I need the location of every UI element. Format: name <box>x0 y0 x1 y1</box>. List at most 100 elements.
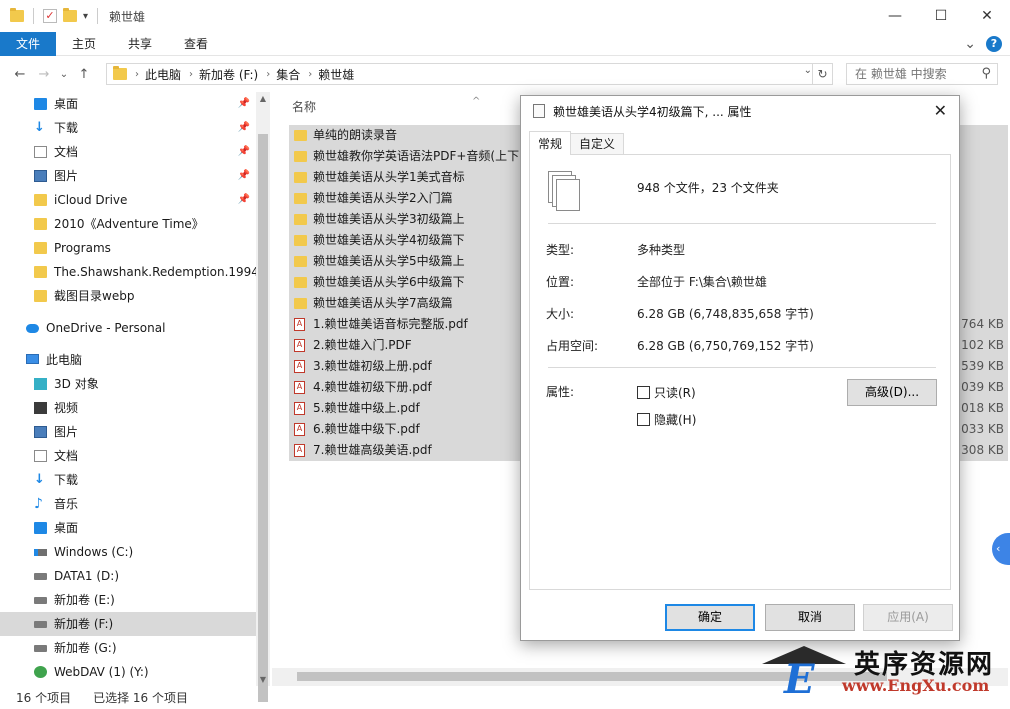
file-size: ,033 KB <box>957 422 1004 436</box>
navigation-pane: 桌面 📌 ↓ 下载 📌 文档 📌 图片 📌 iCloud Drive 📌 2010《Adve… <box>0 92 256 686</box>
folder-icon <box>113 66 127 80</box>
sidebar-item-documents[interactable]: 文档 📌 <box>0 140 256 164</box>
tab-file[interactable]: 文件 <box>0 31 56 56</box>
advanced-button[interactable]: 高级(D)... <box>847 379 937 406</box>
dialog-close-button[interactable]: ✕ <box>934 101 947 120</box>
tab-home[interactable]: 主页 <box>56 32 112 56</box>
recent-locations-button[interactable]: ⌄ <box>56 69 72 80</box>
folder-icon <box>294 214 307 225</box>
sidebar-item-pc-documents[interactable]: 文档 <box>0 444 256 468</box>
search-input[interactable] <box>855 67 973 81</box>
sidebar-item-desktop[interactable]: 桌面 📌 <box>0 92 256 116</box>
back-button[interactable]: ← <box>8 67 32 82</box>
sidebar-item-adventure-time[interactable]: 2010《Adventure Time》 <box>0 212 256 236</box>
ok-button[interactable]: 确定 <box>665 604 755 631</box>
chevron-right-icon: › <box>135 68 139 80</box>
up-button[interactable]: ↑ <box>72 67 96 82</box>
dialog-title-bar: 赖世雄美语从头学4初级篇下, ... 属性 ✕ <box>521 96 959 126</box>
properties-dialog: 赖世雄美语从头学4初级篇下, ... 属性 ✕ 常规 自定义 948 个文件，2… <box>520 95 960 641</box>
tab-general[interactable]: 常规 <box>529 131 572 155</box>
checkbox-box[interactable] <box>637 386 650 399</box>
pdf-icon: A <box>294 360 305 373</box>
multiple-files-icon <box>533 104 545 118</box>
cancel-button[interactable]: 取消 <box>765 604 855 631</box>
video-icon <box>34 402 47 414</box>
scroll-up-icon[interactable]: ▲ <box>256 94 270 103</box>
tab-share[interactable]: 共享 <box>112 32 168 56</box>
tab-view[interactable]: 查看 <box>168 32 224 56</box>
tab-custom[interactable]: 自定义 <box>570 133 625 155</box>
column-header-name[interactable]: 名称 ^ <box>292 96 480 115</box>
hidden-checkbox[interactable]: 隐藏(H) <box>637 411 696 428</box>
drive-icon <box>34 573 47 580</box>
sidebar-scrollbar[interactable]: ▲ ▼ <box>256 92 270 702</box>
file-folder-count: 948 个文件，23 个文件夹 <box>637 181 779 195</box>
sidebar-item-pc-pictures[interactable]: 图片 <box>0 420 256 444</box>
readonly-checkbox[interactable]: 只读(R) <box>637 384 696 401</box>
sidebar-item-drive-f[interactable]: 新加卷 (F:) <box>0 612 256 636</box>
file-name: 2.赖世雄入门.PDF <box>313 338 412 352</box>
maximize-button[interactable]: ☐ <box>918 0 964 32</box>
minimize-button[interactable]: — <box>872 0 918 32</box>
folder-icon <box>294 172 307 183</box>
breadcrumb-collection[interactable]: 集合 <box>276 66 300 83</box>
chevron-right-icon[interactable]: › <box>308 69 312 80</box>
sidebar-item-screenshots[interactable]: 截图目录webp <box>0 284 256 308</box>
customize-toolbar-icon[interactable]: ▾ <box>83 11 88 22</box>
chevron-right-icon[interactable]: › <box>189 69 193 80</box>
sidebar-item-music[interactable]: ♪ 音乐 <box>0 492 256 516</box>
sidebar-item-drive-e[interactable]: 新加卷 (E:) <box>0 588 256 612</box>
pictures-icon <box>34 170 47 182</box>
expand-ribbon-icon[interactable]: ⌄ <box>964 36 976 52</box>
properties-icon[interactable]: ✓ <box>43 9 57 23</box>
help-icon[interactable]: ? <box>986 36 1002 52</box>
sidebar-item-pc-downloads[interactable]: ↓ 下载 <box>0 468 256 492</box>
sidebar-item-pictures[interactable]: 图片 📌 <box>0 164 256 188</box>
title-bar: ✓ ▾ 赖世雄 — ☐ ✕ <box>0 0 1010 32</box>
sidebar-item-drive-c[interactable]: Windows (C:) <box>0 540 256 564</box>
sidebar-item-3d-objects[interactable]: 3D 对象 <box>0 372 256 396</box>
folder-icon <box>294 193 307 204</box>
breadcrumb-current[interactable]: 赖世雄 <box>318 66 354 83</box>
watermark-logo: E 英序资源网 www.EngXu.com <box>762 640 1010 704</box>
close-button[interactable]: ✕ <box>964 0 1010 32</box>
address-dropdown-icon[interactable]: ⌄ <box>804 65 812 76</box>
pin-icon: 📌 <box>237 98 250 109</box>
file-name: 赖世雄美语从头学7高级篇 <box>313 296 453 310</box>
selected-count: 已选择 16 个项目 <box>93 691 188 705</box>
forward-button[interactable]: → <box>32 67 56 82</box>
desktop-icon <box>34 522 47 534</box>
sidebar-item-webdav[interactable]: WebDAV (1) (Y:) <box>0 660 256 684</box>
breadcrumb-this-pc[interactable]: 此电脑 <box>145 66 181 83</box>
sort-ascending-icon: ^ <box>472 96 481 107</box>
sidebar-item-pc-desktop[interactable]: 桌面 <box>0 516 256 540</box>
sidebar-item-shawshank[interactable]: The.Shawshank.Redemption.1994.U <box>0 260 256 284</box>
breadcrumb-drive-f[interactable]: 新加卷 (F:) <box>199 66 258 83</box>
checkbox-box[interactable] <box>637 413 650 426</box>
search-box[interactable]: ⚲ <box>846 63 998 85</box>
sidebar-item-drive-d[interactable]: DATA1 (D:) <box>0 564 256 588</box>
divider <box>548 223 936 224</box>
folder-icon <box>34 290 47 302</box>
apply-button[interactable]: 应用(A) <box>863 604 953 631</box>
file-name: 赖世雄美语从头学2入门篇 <box>313 191 453 205</box>
scrollbar-thumb[interactable] <box>258 134 268 702</box>
chevron-right-icon[interactable]: › <box>266 69 270 80</box>
sidebar-item-icloud[interactable]: iCloud Drive 📌 <box>0 188 256 212</box>
address-bar[interactable]: › 此电脑 › 新加卷 (F:) › 集合 › 赖世雄 ⌄ ↻ <box>106 63 833 85</box>
type-value: 多种类型 <box>637 243 686 257</box>
new-folder-icon[interactable] <box>63 8 77 22</box>
sidebar-item-this-pc[interactable]: 此电脑 <box>0 348 256 372</box>
sidebar-item-videos[interactable]: 视频 <box>0 396 256 420</box>
file-size: ,039 KB <box>957 380 1004 394</box>
refresh-icon[interactable]: ↻ <box>812 63 832 85</box>
file-size: ,308 KB <box>957 443 1004 457</box>
search-icon[interactable]: ⚲ <box>981 66 991 81</box>
sidebar-item-drive-g[interactable]: 新加卷 (G:) <box>0 636 256 660</box>
sidebar-item-downloads[interactable]: ↓ 下载 📌 <box>0 116 256 140</box>
onedrive-icon <box>26 324 39 333</box>
sidebar-item-programs[interactable]: Programs <box>0 236 256 260</box>
sidebar-item-onedrive[interactable]: OneDrive - Personal <box>0 316 256 340</box>
scroll-down-icon[interactable]: ▼ <box>256 675 270 684</box>
quick-access-toolbar: ✓ ▾ <box>0 8 101 24</box>
